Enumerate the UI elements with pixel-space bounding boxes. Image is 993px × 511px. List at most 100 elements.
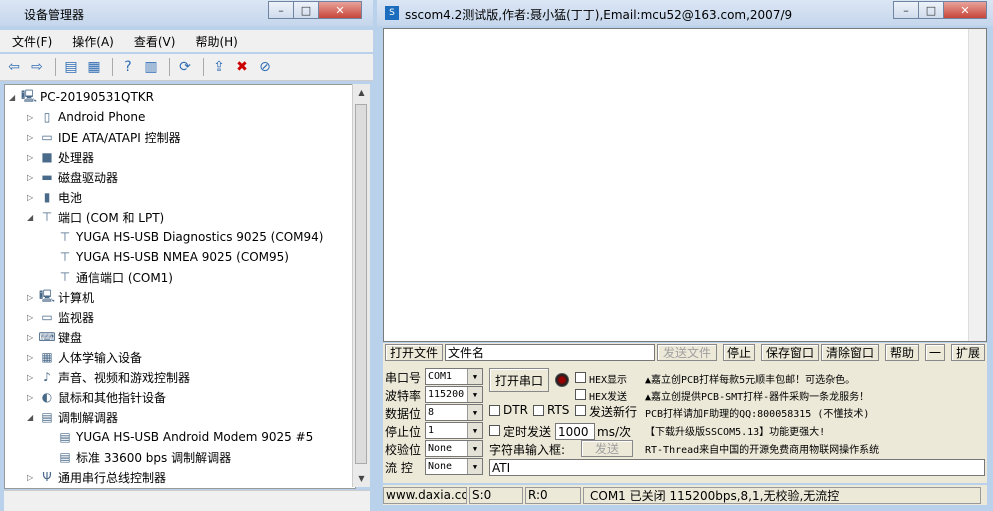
tree-item[interactable]: ▷ ▬ 磁盘驱动器 xyxy=(27,167,118,187)
expand-arrow-icon[interactable]: ▷ xyxy=(27,373,37,382)
send-file-button[interactable]: 发送文件 xyxy=(657,344,717,361)
scan-hardware-icon[interactable]: ⟳ xyxy=(175,57,195,77)
uninstall-icon[interactable]: ✖ xyxy=(232,57,252,77)
data-bits-select[interactable]: 8 ▼ xyxy=(425,404,483,421)
collapse-arrow-icon[interactable]: ◢ xyxy=(27,213,37,222)
rts-checkbox[interactable] xyxy=(533,405,544,416)
tree-item[interactable]: ▤ 标准 33600 bps 调制解调器 xyxy=(45,447,231,467)
stop-button[interactable]: 停止 xyxy=(723,344,755,361)
tree-item[interactable]: ⊤ 通信端口 (COM1) xyxy=(45,267,173,287)
help-button[interactable]: 帮助 xyxy=(885,344,919,361)
hex-send-checkbox[interactable] xyxy=(575,389,586,400)
properties-icon[interactable]: ▦ xyxy=(84,57,104,77)
receive-area[interactable] xyxy=(383,28,987,342)
open-port-button[interactable]: 打开串口 xyxy=(489,368,549,392)
interval-input[interactable]: 1000 xyxy=(555,423,595,440)
tree-item[interactable]: ▷ 🖳 计算机 xyxy=(27,287,94,307)
info-line[interactable]: 【下载升级版SSCOM5.13】功能更强大! xyxy=(645,423,825,438)
expand-arrow-icon[interactable]: ▷ xyxy=(27,393,37,402)
dtr-checkbox[interactable] xyxy=(489,405,500,416)
baud-select[interactable]: 115200 ▼ xyxy=(425,386,483,403)
chevron-down-icon[interactable]: ▼ xyxy=(467,369,482,384)
tree-item[interactable]: ▷ ⌨ 键盘 xyxy=(27,327,82,347)
port-select[interactable]: COM1 ▼ xyxy=(425,368,483,385)
hex-display-checkbox[interactable] xyxy=(575,372,586,383)
chevron-down-icon[interactable]: ▼ xyxy=(467,387,482,402)
expand-arrow-icon[interactable]: ▷ xyxy=(27,353,37,362)
open-file-button[interactable]: 打开文件 xyxy=(385,344,443,361)
tree-item[interactable]: ▤ YUGA HS-USB Android Modem 9025 #5 xyxy=(45,427,313,447)
chevron-down-icon[interactable]: ▼ xyxy=(467,441,482,456)
info-line[interactable]: ▲嘉立创提供PCB-SMT打样-器件采购一条龙服务！ xyxy=(645,388,869,403)
update-driver-icon[interactable]: ⇪ xyxy=(209,57,229,77)
expand-arrow-icon[interactable]: ▷ xyxy=(27,333,37,342)
expand-arrow-icon[interactable]: ▷ xyxy=(27,153,37,162)
save-window-button[interactable]: 保存窗口 xyxy=(761,344,819,361)
tree-item[interactable]: ▷ ▮ 电池 xyxy=(27,187,82,207)
chevron-down-icon[interactable]: ▼ xyxy=(467,459,482,474)
menu-help[interactable]: 帮助(H) xyxy=(183,33,245,50)
info-line[interactable]: RT-Thread来自中国的开源免费商用物联网操作系统 xyxy=(645,441,879,456)
tree-item[interactable]: ▷ ♪ 声音、视频和游戏控制器 xyxy=(27,367,190,387)
send-newline-checkbox[interactable] xyxy=(575,405,586,416)
tree-item[interactable]: ▷ ▭ 监视器 xyxy=(27,307,94,327)
tree-item[interactable]: ▷ ▯ Android Phone xyxy=(27,107,145,127)
expand-button[interactable]: 扩展 xyxy=(951,344,985,361)
back-icon[interactable]: ⇦ xyxy=(4,57,24,77)
expand-arrow-icon[interactable]: ▷ xyxy=(27,133,37,142)
timed-send-checkbox[interactable] xyxy=(489,425,500,436)
menu-view[interactable]: 查看(V) xyxy=(122,33,184,50)
send-button[interactable]: 发送 xyxy=(581,440,633,457)
expand-arrow-icon[interactable]: ▷ xyxy=(27,473,37,482)
send-input[interactable]: ATI xyxy=(489,459,985,476)
file-name-field[interactable]: 文件名 xyxy=(445,344,655,361)
device-manager-titlebar[interactable]: 设备管理器 – □ ✕ xyxy=(0,0,373,26)
tree-item[interactable]: ▷ Ψ 通用串行总线控制器 xyxy=(27,467,166,487)
tree-item[interactable]: ⊤ YUGA HS-USB NMEA 9025 (COM95) xyxy=(45,247,289,267)
minus-button[interactable]: 一 xyxy=(925,344,945,361)
tree-item[interactable]: ◢ ▤ 调制解调器 xyxy=(27,407,118,427)
expand-arrow-icon[interactable]: ▷ xyxy=(27,173,37,182)
scroll-thumb[interactable] xyxy=(355,104,367,464)
stop-bits-select[interactable]: 1 ▼ xyxy=(425,422,483,439)
view-icon[interactable]: ▥ xyxy=(141,57,161,77)
clear-window-button[interactable]: 清除窗口 xyxy=(821,344,879,361)
disable-icon[interactable]: ⊘ xyxy=(255,57,275,77)
scroll-down-icon[interactable]: ▼ xyxy=(353,470,370,487)
tree-item[interactable]: ▷ ■ 处理器 xyxy=(27,147,94,167)
tree-item[interactable]: ▷ ▭ IDE ATA/ATAPI 控制器 xyxy=(27,127,181,147)
info-line[interactable]: PCB打样请加F助理的QQ:800058315 (不懂技术) xyxy=(645,405,869,420)
sscom-titlebar[interactable]: S sscom4.2测试版,作者:聂小猛(丁丁),Email:mcu52@163… xyxy=(377,0,993,26)
chevron-down-icon[interactable]: ▼ xyxy=(467,405,482,420)
flow-select[interactable]: None ▼ xyxy=(425,458,483,475)
device-tree[interactable]: ◢ 🖳 PC-20190531QTKR ▷ ▯ Android Phone ▷ ▭ IDE AT… xyxy=(4,84,356,489)
website-link[interactable]: www.daxia.cor xyxy=(383,486,467,504)
close-button[interactable]: ✕ xyxy=(318,1,362,19)
forward-icon[interactable]: ⇨ xyxy=(27,57,47,77)
parity-select[interactable]: None ▼ xyxy=(425,440,483,457)
close-button[interactable]: ✕ xyxy=(943,1,987,19)
maximize-button[interactable]: □ xyxy=(293,1,319,19)
menu-file[interactable]: 文件(F) xyxy=(0,33,60,50)
tree-item[interactable]: ◢ ⊤ 端口 (COM 和 LPT) xyxy=(27,207,164,227)
collapse-arrow-icon[interactable]: ◢ xyxy=(27,413,37,422)
tree-item[interactable]: ⊤ YUGA HS-USB Diagnostics 9025 (COM94) xyxy=(45,227,324,247)
maximize-button[interactable]: □ xyxy=(918,1,944,19)
tree-item[interactable]: ◢ 🖳 PC-20190531QTKR xyxy=(9,87,154,107)
show-hide-tree-icon[interactable]: ▤ xyxy=(61,57,81,77)
chevron-down-icon[interactable]: ▼ xyxy=(467,423,482,438)
expand-arrow-icon[interactable]: ▷ xyxy=(27,113,37,122)
minimize-button[interactable]: – xyxy=(268,1,294,19)
tree-scrollbar[interactable]: ▲ ▼ xyxy=(352,84,370,487)
receive-scrollbar[interactable] xyxy=(968,29,986,341)
minimize-button[interactable]: – xyxy=(893,1,919,19)
expand-arrow-icon[interactable]: ▷ xyxy=(27,293,37,302)
expand-arrow-icon[interactable]: ▷ xyxy=(27,193,37,202)
collapse-arrow-icon[interactable]: ◢ xyxy=(9,93,19,102)
info-line[interactable]: ▲嘉立创PCB打样每款5元顺丰包邮！可选杂色。 xyxy=(645,371,855,386)
tree-item[interactable]: ▷ ◐ 鼠标和其他指针设备 xyxy=(27,387,166,407)
scroll-up-icon[interactable]: ▲ xyxy=(353,84,370,101)
help-icon[interactable]: ? xyxy=(118,57,138,77)
menu-action[interactable]: 操作(A) xyxy=(60,33,122,50)
expand-arrow-icon[interactable]: ▷ xyxy=(27,313,37,322)
